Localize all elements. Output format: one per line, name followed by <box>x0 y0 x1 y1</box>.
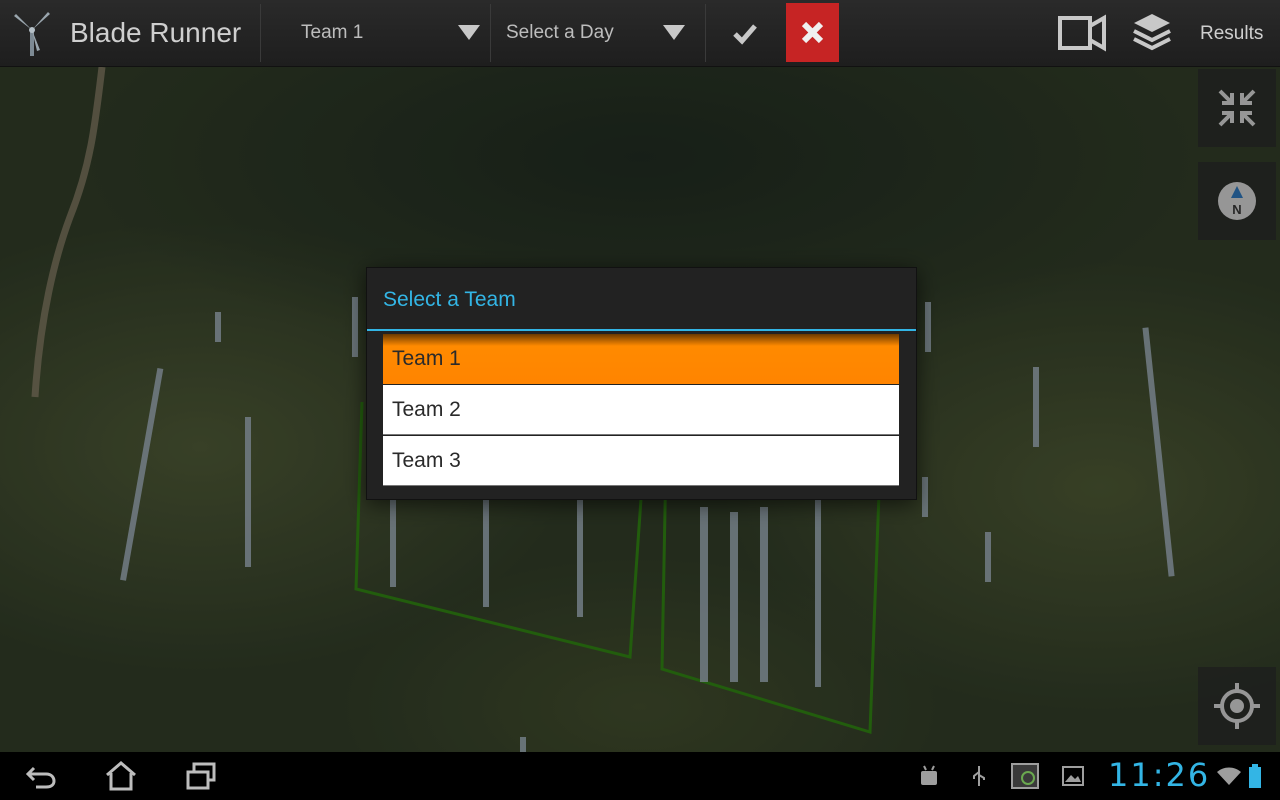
team-option-2[interactable]: Team 2 <box>383 385 899 435</box>
battery-icon <box>1249 764 1261 788</box>
dropdown-triangle-icon <box>663 25 685 40</box>
day-spinner[interactable]: Select a Day <box>506 0 691 66</box>
close-x-icon <box>801 21 824 44</box>
android-debug-icon <box>921 765 937 785</box>
cancel-button[interactable] <box>786 3 839 62</box>
wifi-icon <box>1217 767 1241 785</box>
status-clock: 11:26 <box>1108 756 1211 794</box>
team-option-label: Team 3 <box>392 449 461 472</box>
wind-turbine-icon[interactable] <box>10 10 54 56</box>
video-camera-icon[interactable] <box>1056 8 1108 58</box>
team-option-label: Team 2 <box>392 398 461 421</box>
back-icon[interactable] <box>24 760 58 792</box>
home-icon[interactable] <box>104 760 138 792</box>
dialog-title: Select a Team <box>383 288 516 311</box>
confirm-button[interactable] <box>708 4 782 62</box>
system-bar: 11:26 <box>0 752 1280 800</box>
divider <box>705 4 706 62</box>
dialog-divider <box>367 329 916 331</box>
team-option-1[interactable]: Team 1 <box>383 334 899 384</box>
dropdown-triangle-icon <box>458 25 480 40</box>
screenshot-app-icon[interactable] <box>1010 762 1040 790</box>
gallery-icon <box>1062 766 1084 786</box>
checkmark-icon <box>733 24 757 45</box>
select-team-dialog: Select a Team Team 1 Team 2 Team 3 <box>366 267 917 500</box>
app-title: Blade Runner <box>70 17 242 48</box>
action-bar: Blade Runner Team 1 Select a Day Results <box>0 0 1280 67</box>
usb-icon <box>973 766 985 786</box>
recent-apps-icon[interactable] <box>184 760 218 792</box>
day-spinner-value: Select a Day <box>506 22 614 43</box>
team-option-3[interactable]: Team 3 <box>383 436 899 486</box>
divider <box>490 4 491 62</box>
divider <box>260 4 261 62</box>
team-spinner[interactable]: Team 1 <box>301 0 486 66</box>
team-spinner-value: Team 1 <box>301 22 364 43</box>
layers-icon[interactable] <box>1126 8 1178 58</box>
team-option-label: Team 1 <box>392 347 461 370</box>
results-button[interactable]: Results <box>1200 23 1263 45</box>
